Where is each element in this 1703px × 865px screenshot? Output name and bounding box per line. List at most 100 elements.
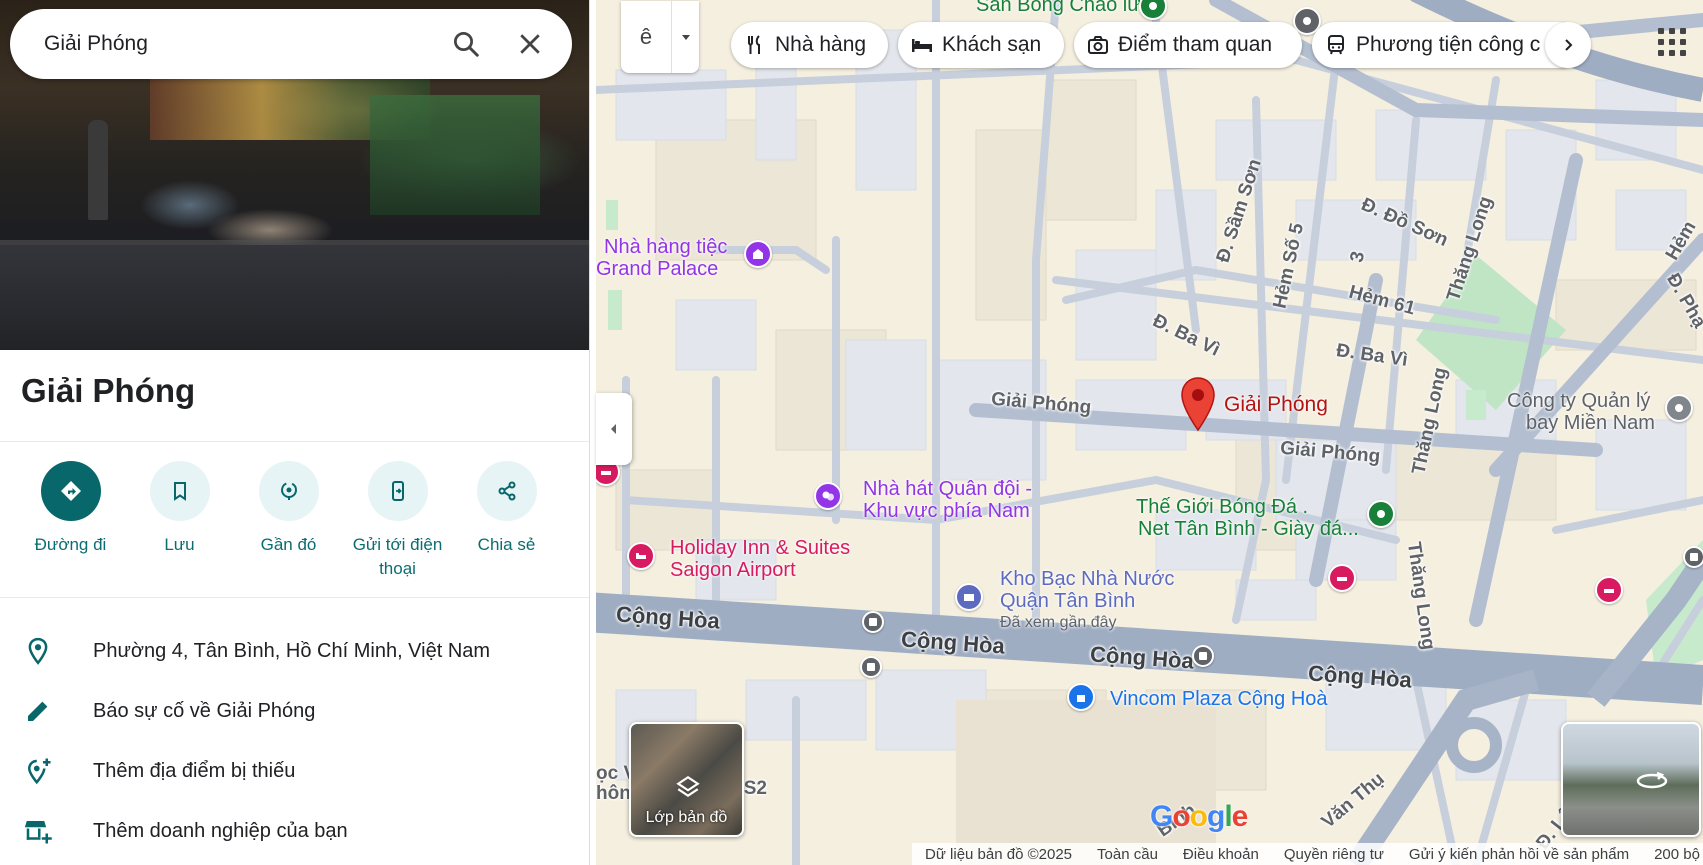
layers-button[interactable]: Lớp bản đồ: [629, 722, 744, 837]
chip-attractions[interactable]: Điểm tham quan: [1074, 22, 1302, 68]
layers-icon: [676, 775, 700, 797]
terms-link[interactable]: Điều khoản: [1183, 846, 1259, 863]
map-type-button[interactable]: ê: [621, 24, 671, 50]
map-footer: Dữ liệu bản đồ ©2025 Toàn cầu Điều khoản…: [912, 843, 1703, 865]
place-icon: [1303, 17, 1311, 25]
poi-label[interactable]: Quận Tân Bình: [1000, 590, 1135, 612]
clear-search-button[interactable]: [506, 20, 554, 68]
search-box: [10, 9, 572, 79]
bus-stop-marker[interactable]: [862, 611, 884, 633]
nearby-button[interactable]: Gần đó: [234, 461, 343, 581]
place-panel: Giải Phóng Đường đi Lưu Gần đó Gửi tới đ…: [0, 0, 590, 865]
chip-label: Điểm tham quan: [1118, 33, 1273, 56]
poi-marker[interactable]: [1367, 500, 1395, 528]
poi-marker[interactable]: [1665, 394, 1693, 422]
bus-icon: [1690, 553, 1698, 561]
feedback-link[interactable]: Gửi ý kiến phản hồi về sản phẩm: [1409, 846, 1629, 863]
bus-stop-marker[interactable]: [860, 656, 882, 678]
poi-label[interactable]: Net Tân Bình - Giày đá...: [1138, 518, 1359, 540]
selected-place-pin[interactable]: [1178, 376, 1218, 432]
poi-marker[interactable]: [1595, 576, 1623, 604]
chip-restaurants[interactable]: Nhà hàng: [731, 22, 888, 68]
hotel-icon: [912, 39, 932, 52]
scale-indicator[interactable]: 200 bộ: [1654, 846, 1700, 863]
place-title: Giải Phóng: [21, 372, 196, 409]
poi-label[interactable]: Holiday Inn & Suites: [670, 537, 850, 559]
poi-label[interactable]: Kho Bạc Nhà Nước: [1000, 568, 1174, 590]
search-icon: [454, 32, 479, 57]
restaurant-icon: [748, 35, 760, 54]
hotel-icon: [1337, 577, 1347, 581]
collapse-panel-button[interactable]: [596, 393, 632, 465]
road-label: hôn: [596, 783, 631, 804]
poi-label[interactable]: bay Miền Nam: [1526, 412, 1655, 434]
bus-stop-marker[interactable]: [1683, 546, 1703, 568]
bookmark-icon: [173, 482, 186, 501]
bus-stop-marker[interactable]: [1192, 645, 1214, 667]
divider: [0, 597, 589, 598]
poi-label[interactable]: Nhà hàng tiệc: [604, 236, 727, 258]
poi-marker[interactable]: [1328, 564, 1356, 592]
street-view-thumbnail[interactable]: [1561, 722, 1701, 837]
poi-label[interactable]: Saigon Airport: [670, 559, 796, 581]
location-pin-icon: [28, 637, 48, 665]
map-canvas[interactable]: Đ. Sầm Sơn Hẻm Số 5 3 Đ. Đồ Sơn Thăng Lo…: [596, 0, 1703, 865]
poi-label[interactable]: Sân Bóng Chảo lửa: [976, 0, 1152, 16]
search-input[interactable]: [44, 32, 426, 56]
poi-marker[interactable]: [744, 240, 772, 268]
chip-label: Nhà hàng: [775, 33, 867, 56]
action-buttons: Đường đi Lưu Gần đó Gửi tới điện thoại C…: [0, 461, 589, 581]
poi-label[interactable]: Thế Giới Bóng Đá .: [1136, 496, 1308, 518]
hotel-icon: [636, 553, 646, 559]
poi-label[interactable]: Khu vực phía Nam: [863, 500, 1030, 522]
selected-place-label[interactable]: Giải Phóng: [1224, 393, 1328, 417]
report-issue-row[interactable]: Báo sự cố về Giải Phóng: [0, 683, 589, 739]
share-button[interactable]: Chia sẻ: [452, 461, 561, 581]
add-business-icon: [24, 821, 52, 844]
global-link[interactable]: Toàn cầu: [1097, 846, 1158, 863]
poi-label[interactable]: Công ty Quản lý: [1507, 390, 1650, 412]
google-maps-app: Giải Phóng Đường đi Lưu Gần đó Gửi tới đ…: [0, 0, 1703, 865]
add-business-row[interactable]: Thêm doanh nghiệp của bạn: [0, 803, 589, 859]
poi-marker[interactable]: [627, 542, 655, 570]
hotel-icon: [1604, 589, 1614, 593]
chips-next-button[interactable]: [1545, 22, 1591, 68]
pencil-icon: [28, 701, 48, 721]
directions-button[interactable]: Đường đi: [16, 461, 125, 581]
poi-sublabel: Đã xem gần đây: [1000, 614, 1117, 631]
nearby-label: Gần đó: [260, 535, 317, 554]
rotate-360-icon: [1636, 771, 1668, 789]
add-missing-place-row[interactable]: Thêm địa điểm bị thiếu: [0, 743, 589, 799]
google-apps-button[interactable]: [1652, 22, 1692, 62]
bus-icon: [869, 618, 877, 626]
map-type-toggle: ê: [621, 1, 699, 73]
send-to-phone-button[interactable]: Gửi tới điện thoại: [343, 461, 452, 581]
add-location-icon: [27, 758, 51, 785]
business-icon: [1675, 404, 1683, 412]
poi-label[interactable]: Nhà hát Quân đội -: [863, 478, 1032, 500]
camera-icon: [1088, 36, 1108, 54]
bus-icon: [1199, 652, 1207, 660]
send-to-phone-label: Gửi tới điện thoại: [352, 535, 443, 578]
chip-hotels[interactable]: Khách sạn: [898, 22, 1064, 68]
privacy-link[interactable]: Quyền riêng tư: [1284, 846, 1384, 863]
map-type-dropdown[interactable]: [671, 1, 699, 73]
transit-icon: [1328, 35, 1344, 55]
map-data-attribution: Dữ liệu bản đồ ©2025: [925, 845, 1073, 863]
close-icon: [520, 34, 540, 54]
directions-label: Đường đi: [34, 535, 107, 554]
poi-label[interactable]: Vincom Plaza Cộng Hoà: [1110, 688, 1328, 710]
poi-marker[interactable]: [955, 583, 983, 611]
chip-label: Phương tiện công c: [1356, 33, 1541, 56]
search-button[interactable]: [442, 20, 490, 68]
poi-marker[interactable]: [814, 482, 842, 510]
send-to-phone-icon: [391, 481, 404, 501]
save-button[interactable]: Lưu: [125, 461, 234, 581]
share-icon: [498, 481, 515, 501]
chip-transit[interactable]: Phương tiện công c: [1312, 22, 1582, 68]
poi-marker[interactable]: [1067, 683, 1095, 711]
nearby-icon: [280, 482, 297, 500]
address-row[interactable]: Phường 4, Tân Bình, Hồ Chí Minh, Việt Na…: [0, 623, 589, 679]
poi-label[interactable]: Grand Palace: [596, 258, 718, 280]
shopping-icon: [1377, 510, 1385, 518]
